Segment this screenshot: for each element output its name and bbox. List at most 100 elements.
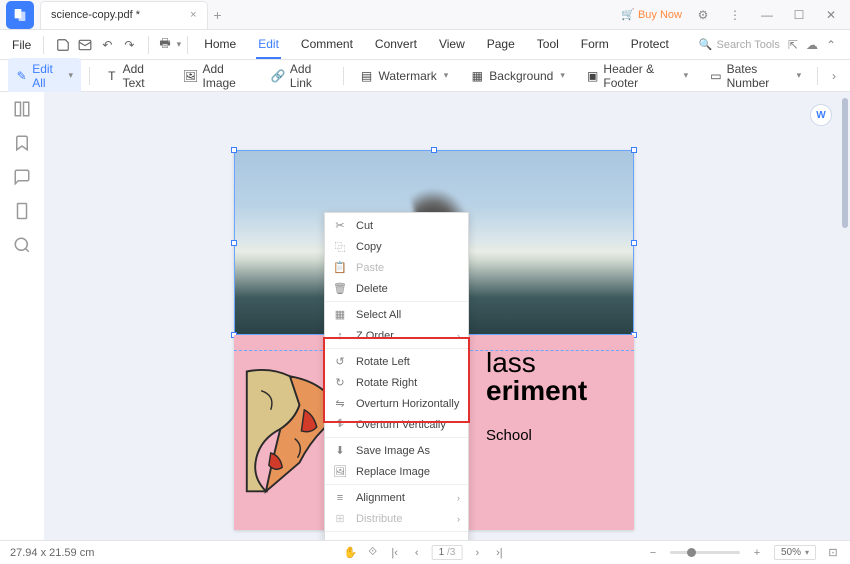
- last-page-icon[interactable]: ›|: [492, 547, 506, 559]
- collapse-icon[interactable]: ⌃: [826, 38, 836, 52]
- chevron-down-icon: ▾: [684, 70, 689, 81]
- submenu-arrow-icon: ›: [457, 493, 460, 503]
- save-icon[interactable]: [54, 36, 72, 54]
- statusbar: 27.94 x 21.59 cm ✋ ⟐ |‹ ‹ 1 /3 › ›| − + …: [0, 540, 850, 564]
- first-page-icon[interactable]: |‹: [388, 547, 402, 559]
- header-footer-icon: ▣: [587, 69, 599, 83]
- chevron-down-icon: ▾: [797, 70, 802, 81]
- menu-select-all[interactable]: ▦Select All: [325, 304, 468, 325]
- maximize-icon[interactable]: ☐: [788, 4, 810, 26]
- add-link-button[interactable]: 🔗 Add Link: [263, 58, 335, 94]
- hand-tool-icon[interactable]: ✋: [344, 546, 358, 559]
- zoom-out-icon[interactable]: −: [646, 547, 660, 559]
- paste-icon: 📋: [333, 261, 347, 275]
- bates-number-button[interactable]: ▭ Bates Number ▾: [702, 58, 809, 94]
- undo-icon[interactable]: ↶: [98, 36, 116, 54]
- rotate-right-icon: ↻: [333, 376, 347, 390]
- tab-view[interactable]: View: [437, 31, 467, 59]
- distribute-icon: ⊞: [333, 512, 347, 526]
- thumbnails-icon[interactable]: [13, 100, 31, 118]
- tab-protect[interactable]: Protect: [629, 31, 671, 59]
- menu-z-order[interactable]: ↕Z Order›: [325, 325, 468, 346]
- doc-text-line2: eriment: [486, 375, 587, 407]
- menu-alignment[interactable]: ≡Alignment›: [325, 487, 468, 508]
- close-tab-icon[interactable]: ×: [190, 9, 196, 21]
- select-all-icon: ▦: [333, 308, 347, 322]
- resize-handle[interactable]: [631, 147, 637, 153]
- cloud-icon[interactable]: ☁: [806, 38, 818, 52]
- tab-form[interactable]: Form: [579, 31, 611, 59]
- menu-save-image[interactable]: ⬇Save Image As: [325, 440, 468, 461]
- new-tab-button[interactable]: +: [208, 7, 228, 23]
- select-tool-icon[interactable]: ⟐: [366, 546, 380, 559]
- separator: [43, 36, 44, 54]
- add-image-button[interactable]: 🖼 Add Image: [176, 58, 257, 94]
- menu-overturn-horizontal[interactable]: ⇋Overturn Horizontally: [325, 393, 468, 414]
- bookmark-icon[interactable]: [13, 134, 31, 152]
- share-icon[interactable]: ⇱: [788, 38, 798, 52]
- search-tools[interactable]: 🔍 Search Tools: [699, 38, 780, 51]
- tab-page[interactable]: Page: [485, 31, 517, 59]
- print-icon[interactable]: 🖶: [155, 34, 174, 55]
- menu-copy[interactable]: ⿻Copy: [325, 236, 468, 257]
- search-panel-icon[interactable]: [13, 236, 31, 254]
- toolbar-more[interactable]: ›: [826, 69, 842, 83]
- settings-icon[interactable]: ⚙: [692, 4, 714, 26]
- edit-all-button[interactable]: ✎ Edit All ▾: [8, 58, 81, 94]
- bates-icon: ▭: [710, 69, 722, 83]
- mail-icon[interactable]: [76, 36, 94, 54]
- menu-delete[interactable]: 🗑Delete: [325, 278, 468, 299]
- header-footer-button[interactable]: ▣ Header & Footer ▾: [579, 58, 696, 94]
- fit-page-icon[interactable]: ⊡: [826, 546, 840, 559]
- zoom-level[interactable]: 50%▾: [774, 545, 816, 560]
- canvas[interactable]: W lass V eriment School: [44, 92, 850, 540]
- zoom-in-icon[interactable]: +: [750, 547, 764, 559]
- menu-properties[interactable]: ⊙Properties: [325, 534, 468, 540]
- submenu-arrow-icon: ›: [457, 331, 460, 341]
- redo-icon[interactable]: ↷: [120, 36, 138, 54]
- tab-comment[interactable]: Comment: [299, 31, 355, 59]
- resize-handle[interactable]: [431, 147, 437, 153]
- cut-icon: ✂: [333, 219, 347, 233]
- background-button[interactable]: ▦ Background ▾: [462, 65, 573, 87]
- menu-rotate-right[interactable]: ↻Rotate Right: [325, 372, 468, 393]
- document-tab[interactable]: science-copy.pdf * ×: [40, 1, 208, 29]
- add-text-button[interactable]: T Add Text: [98, 58, 170, 94]
- buy-now-link[interactable]: 🛒 Buy Now: [621, 8, 682, 21]
- doc-text-line3: School: [486, 427, 532, 444]
- scrollbar-thumb[interactable]: [842, 98, 848, 228]
- file-menu[interactable]: File: [6, 38, 37, 52]
- menu-separator: [325, 437, 468, 438]
- separator: [89, 67, 90, 85]
- page-input[interactable]: 1 /3: [432, 545, 463, 560]
- zoom-slider[interactable]: [670, 551, 740, 554]
- minimize-icon[interactable]: —: [756, 4, 778, 26]
- resize-handle[interactable]: [231, 240, 237, 246]
- word-export-badge[interactable]: W: [810, 104, 832, 126]
- resize-handle[interactable]: [231, 147, 237, 153]
- menu-separator: [325, 484, 468, 485]
- tab-title: science-copy.pdf *: [51, 9, 140, 21]
- separator: [187, 36, 188, 54]
- watermark-button[interactable]: ▤ Watermark ▾: [352, 65, 457, 87]
- tab-tool[interactable]: Tool: [535, 31, 561, 59]
- text-icon: T: [106, 69, 118, 83]
- tab-convert[interactable]: Convert: [373, 31, 419, 59]
- menu-rotate-left[interactable]: ↺Rotate Left: [325, 351, 468, 372]
- attachment-icon[interactable]: [13, 202, 31, 220]
- prev-page-icon[interactable]: ‹: [410, 547, 424, 559]
- resize-handle[interactable]: [631, 240, 637, 246]
- menu-cut[interactable]: ✂Cut: [325, 215, 468, 236]
- close-window-icon[interactable]: ✕: [820, 4, 842, 26]
- more-icon[interactable]: ⋮: [724, 4, 746, 26]
- submenu-arrow-icon: ›: [457, 514, 460, 524]
- menu-replace-image[interactable]: 🖼Replace Image: [325, 461, 468, 482]
- menubar: File ↶ ↷ 🖶 ▾ Home Edit Comment Convert V…: [0, 30, 850, 60]
- separator: [343, 67, 344, 85]
- next-page-icon[interactable]: ›: [470, 547, 484, 559]
- comment-icon[interactable]: [13, 168, 31, 186]
- titlebar: science-copy.pdf * × + 🛒 Buy Now ⚙ ⋮ — ☐…: [0, 0, 850, 30]
- tab-edit[interactable]: Edit: [256, 31, 281, 59]
- menu-overturn-vertical[interactable]: ⥮Overturn Vertically: [325, 414, 468, 435]
- tab-home[interactable]: Home: [202, 31, 238, 59]
